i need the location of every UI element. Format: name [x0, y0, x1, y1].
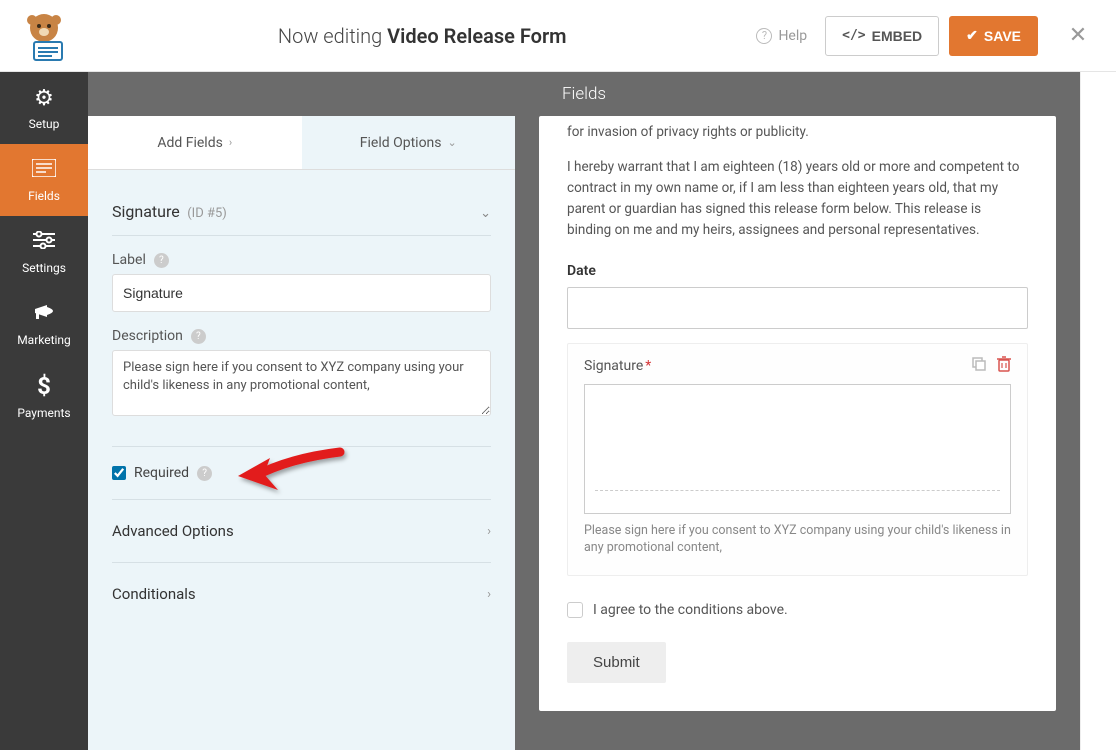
gear-icon: ⚙	[34, 86, 54, 111]
submit-button[interactable]: Submit	[567, 642, 666, 683]
panel-tabs: Add Fields › Field Options ⌄	[88, 116, 515, 170]
sidebar-item-settings[interactable]: Settings	[0, 216, 88, 288]
close-icon: ✕	[1069, 23, 1087, 48]
close-button[interactable]: ✕	[1060, 23, 1096, 48]
required-checkbox[interactable]	[112, 466, 126, 480]
release-paragraph-2: I hereby warrant that I am eighteen (18)…	[567, 157, 1028, 241]
signature-description: Please sign here if you consent to XYZ c…	[584, 522, 1011, 557]
panel-title-bar: Fields	[88, 72, 1080, 116]
sliders-icon	[33, 230, 55, 255]
date-input[interactable]	[567, 287, 1028, 329]
chevron-right-icon: ›	[487, 524, 491, 539]
save-button[interactable]: ✔ SAVE	[949, 16, 1038, 56]
agree-label: I agree to the conditions above.	[593, 602, 788, 618]
check-icon: ✔	[966, 27, 978, 44]
duplicate-icon[interactable]	[971, 356, 987, 372]
sidebar-item-fields[interactable]: Fields	[0, 144, 88, 216]
help-tooltip-icon[interactable]: ?	[191, 329, 206, 344]
sidebar-item-marketing[interactable]: Marketing	[0, 288, 88, 360]
right-gutter	[1080, 72, 1116, 750]
top-actions: ? Help </> EMBED ✔ SAVE ✕	[756, 16, 1096, 56]
preview-area: for invasion of privacy rights or public…	[515, 72, 1080, 750]
description-textarea[interactable]	[112, 350, 491, 416]
embed-button[interactable]: </> EMBED	[825, 16, 939, 56]
label-description: Description ?	[112, 328, 491, 344]
chevron-down-icon: ⌄	[448, 136, 457, 149]
left-panel: Add Fields › Field Options ⌄ Signature (…	[88, 72, 515, 750]
embed-icon: </>	[842, 28, 865, 43]
section-advanced-options[interactable]: Advanced Options ›	[112, 499, 491, 562]
bear-logo-icon	[18, 10, 70, 62]
required-row: Required ?	[112, 446, 491, 499]
fields-icon	[32, 158, 56, 183]
help-link[interactable]: ? Help	[756, 28, 807, 44]
dollar-icon: $	[37, 372, 51, 400]
label-input[interactable]	[112, 274, 491, 312]
top-bar: Now editing Video Release Form ? Help </…	[0, 0, 1116, 72]
signature-pad[interactable]	[584, 384, 1011, 514]
agree-checkbox[interactable]	[567, 602, 583, 618]
chevron-right-icon: ›	[487, 587, 491, 602]
tab-field-options[interactable]: Field Options ⌄	[302, 116, 516, 169]
help-icon: ?	[756, 28, 772, 44]
wpforms-logo	[0, 0, 88, 72]
section-header-signature[interactable]: Signature (ID #5) ⌄	[112, 188, 491, 236]
bullhorn-icon	[33, 301, 55, 327]
page-title: Now editing Video Release Form	[88, 24, 756, 48]
release-paragraph-fragment: for invasion of privacy rights or public…	[567, 116, 1028, 143]
tab-add-fields[interactable]: Add Fields ›	[88, 116, 302, 169]
label-field-label: Label ?	[112, 252, 491, 268]
section-conditionals[interactable]: Conditionals ›	[112, 562, 491, 625]
signature-label: Signature*	[584, 358, 1011, 374]
chevron-down-icon: ⌄	[480, 206, 491, 221]
date-label: Date	[567, 263, 1028, 279]
delete-icon[interactable]	[997, 356, 1013, 372]
sidebar-item-payments[interactable]: $ Payments	[0, 360, 88, 432]
sidebar: ⚙ Setup Fields Settings Marketing $ Paym…	[0, 72, 88, 750]
required-label: Required	[134, 465, 189, 481]
help-tooltip-icon[interactable]: ?	[154, 253, 169, 268]
sidebar-item-setup[interactable]: ⚙ Setup	[0, 72, 88, 144]
signature-field-block[interactable]: Signature* Please sign here if you conse…	[567, 343, 1028, 576]
chevron-right-icon: ›	[229, 136, 232, 149]
agree-row: I agree to the conditions above.	[567, 602, 1028, 618]
help-tooltip-icon[interactable]: ?	[197, 466, 212, 481]
